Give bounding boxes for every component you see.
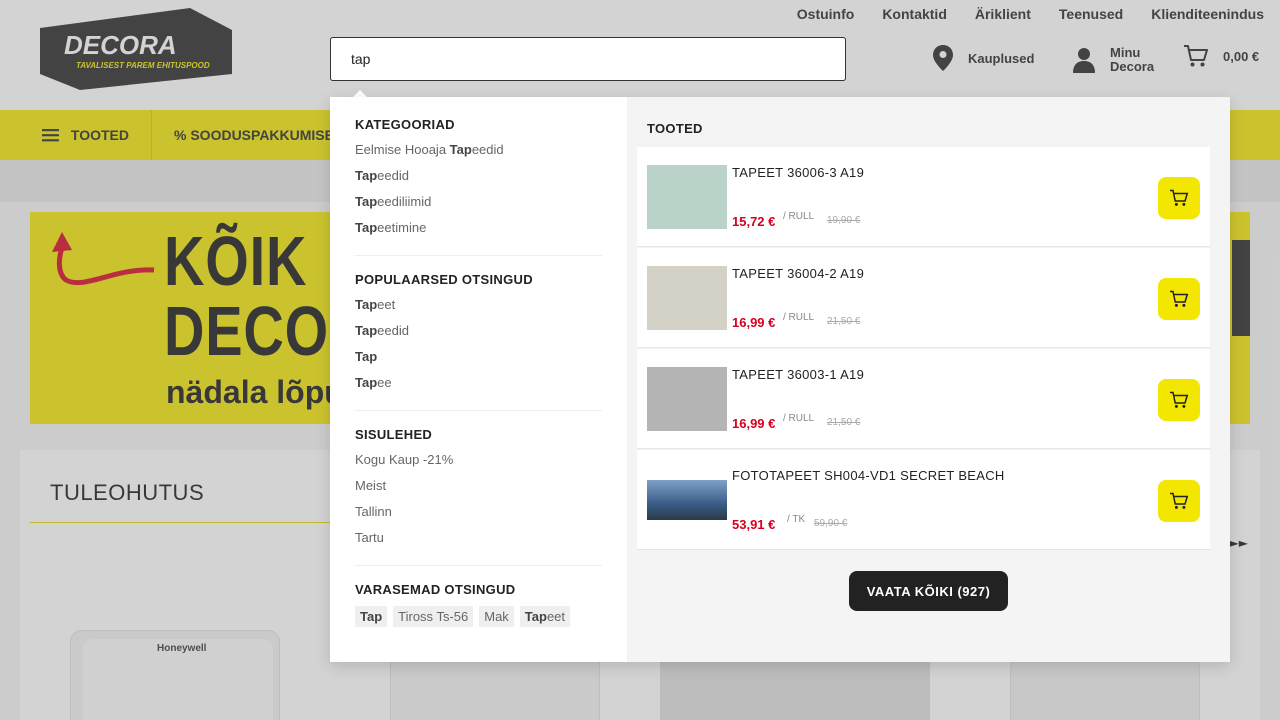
category-suggestion[interactable]: Tapeetimine xyxy=(355,219,602,245)
suggestions-column: KATEGOORIAD Eelmise Hooaja Tapeedid Tape… xyxy=(330,97,627,662)
previous-search-chip[interactable]: Tiross Ts-56 xyxy=(393,606,474,627)
popular-search-suggestion[interactable]: Tapeet xyxy=(355,296,602,322)
previous-searches-title: VARASEMAD OTSINGUD xyxy=(355,582,516,597)
product-unit: / TK xyxy=(787,514,806,525)
previous-search-chip[interactable]: Tapeet xyxy=(519,606,571,627)
add-to-cart-button[interactable] xyxy=(1158,278,1200,320)
category-suggestion[interactable]: Tapeediliimid xyxy=(355,193,602,219)
cart-icon xyxy=(1170,189,1189,206)
product-result[interactable]: FOTOTAPEET SH004-VD1 SECRET BEACH 53,91 … xyxy=(637,450,1210,550)
product-image xyxy=(647,480,727,520)
product-unit: / RULL xyxy=(783,413,815,424)
product-image xyxy=(647,367,727,431)
product-results-column: TOOTED TAPEET 36006-3 A19 15,72 € / RULL… xyxy=(627,97,1230,662)
add-to-cart-button[interactable] xyxy=(1158,480,1200,522)
content-pages-title: SISULEHED xyxy=(355,427,433,442)
add-to-cart-button[interactable] xyxy=(1158,379,1200,421)
product-name: TAPEET 36003-1 A19 xyxy=(732,367,865,382)
previous-searches-chips: Tap Tiross Ts-56 Mak Tapeet xyxy=(355,606,602,627)
content-pages-group: SISULEHED Kogu Kaup -21% Meist Tallinn T… xyxy=(355,427,602,566)
product-image xyxy=(647,266,727,330)
popular-searches-title: POPULAARSED OTSINGUD xyxy=(355,272,533,287)
product-result[interactable]: TAPEET 36004-2 A19 16,99 € / RULL 21,50 … xyxy=(637,248,1210,348)
popular-searches-group: POPULAARSED OTSINGUD Tapeet Tapeedid Tap… xyxy=(355,272,602,411)
previous-search-chip[interactable]: Mak xyxy=(479,606,514,627)
products-title: TOOTED xyxy=(647,121,703,136)
cart-icon xyxy=(1170,290,1189,307)
product-price: 53,91 € xyxy=(732,517,776,532)
cart-icon xyxy=(1170,391,1189,408)
content-page-link[interactable]: Tallinn xyxy=(355,503,602,529)
previous-search-chip[interactable]: Tap xyxy=(355,606,388,627)
product-unit: / RULL xyxy=(783,312,815,323)
view-all-button[interactable]: VAATA KÕIKI (927) xyxy=(849,571,1008,611)
popular-search-suggestion[interactable]: Tap xyxy=(355,348,602,374)
product-name: TAPEET 36004-2 A19 xyxy=(732,266,865,281)
category-suggestion[interactable]: Eelmise Hooaja Tapeedid xyxy=(355,141,602,167)
previous-searches-group: VARASEMAD OTSINGUD Tap Tiross Ts-56 Mak … xyxy=(355,582,602,637)
product-result[interactable]: TAPEET 36006-3 A19 15,72 € / RULL 19,90 … xyxy=(637,147,1210,247)
content-page-link[interactable]: Tartu xyxy=(355,529,602,555)
product-old-price: 21,50 € xyxy=(827,417,861,428)
product-result[interactable]: TAPEET 36003-1 A19 16,99 € / RULL 21,50 … xyxy=(637,349,1210,449)
search-input-active[interactable] xyxy=(330,37,846,81)
product-image xyxy=(647,165,727,229)
product-price: 15,72 € xyxy=(732,214,776,229)
search-suggestions-dropdown: KATEGOORIAD Eelmise Hooaja Tapeedid Tape… xyxy=(330,97,1230,662)
categories-title: KATEGOORIAD xyxy=(355,117,455,132)
product-price: 16,99 € xyxy=(732,416,776,431)
product-unit: / RULL xyxy=(783,211,815,222)
add-to-cart-button[interactable] xyxy=(1158,177,1200,219)
product-name: FOTOTAPEET SH004-VD1 SECRET BEACH xyxy=(732,468,1005,483)
product-price: 16,99 € xyxy=(732,315,776,330)
popular-search-suggestion[interactable]: Tapee xyxy=(355,374,602,400)
product-old-price: 19,90 € xyxy=(827,215,861,226)
popular-search-suggestion[interactable]: Tapeedid xyxy=(355,322,602,348)
content-page-link[interactable]: Kogu Kaup -21% xyxy=(355,451,602,477)
product-name: TAPEET 36006-3 A19 xyxy=(732,165,865,180)
content-page-link[interactable]: Meist xyxy=(355,477,602,503)
product-old-price: 21,50 € xyxy=(827,316,861,327)
category-suggestion[interactable]: Tapeedid xyxy=(355,167,602,193)
categories-group: KATEGOORIAD Eelmise Hooaja Tapeedid Tape… xyxy=(355,117,602,256)
cart-icon xyxy=(1170,492,1189,509)
product-old-price: 59,90 € xyxy=(814,518,848,529)
